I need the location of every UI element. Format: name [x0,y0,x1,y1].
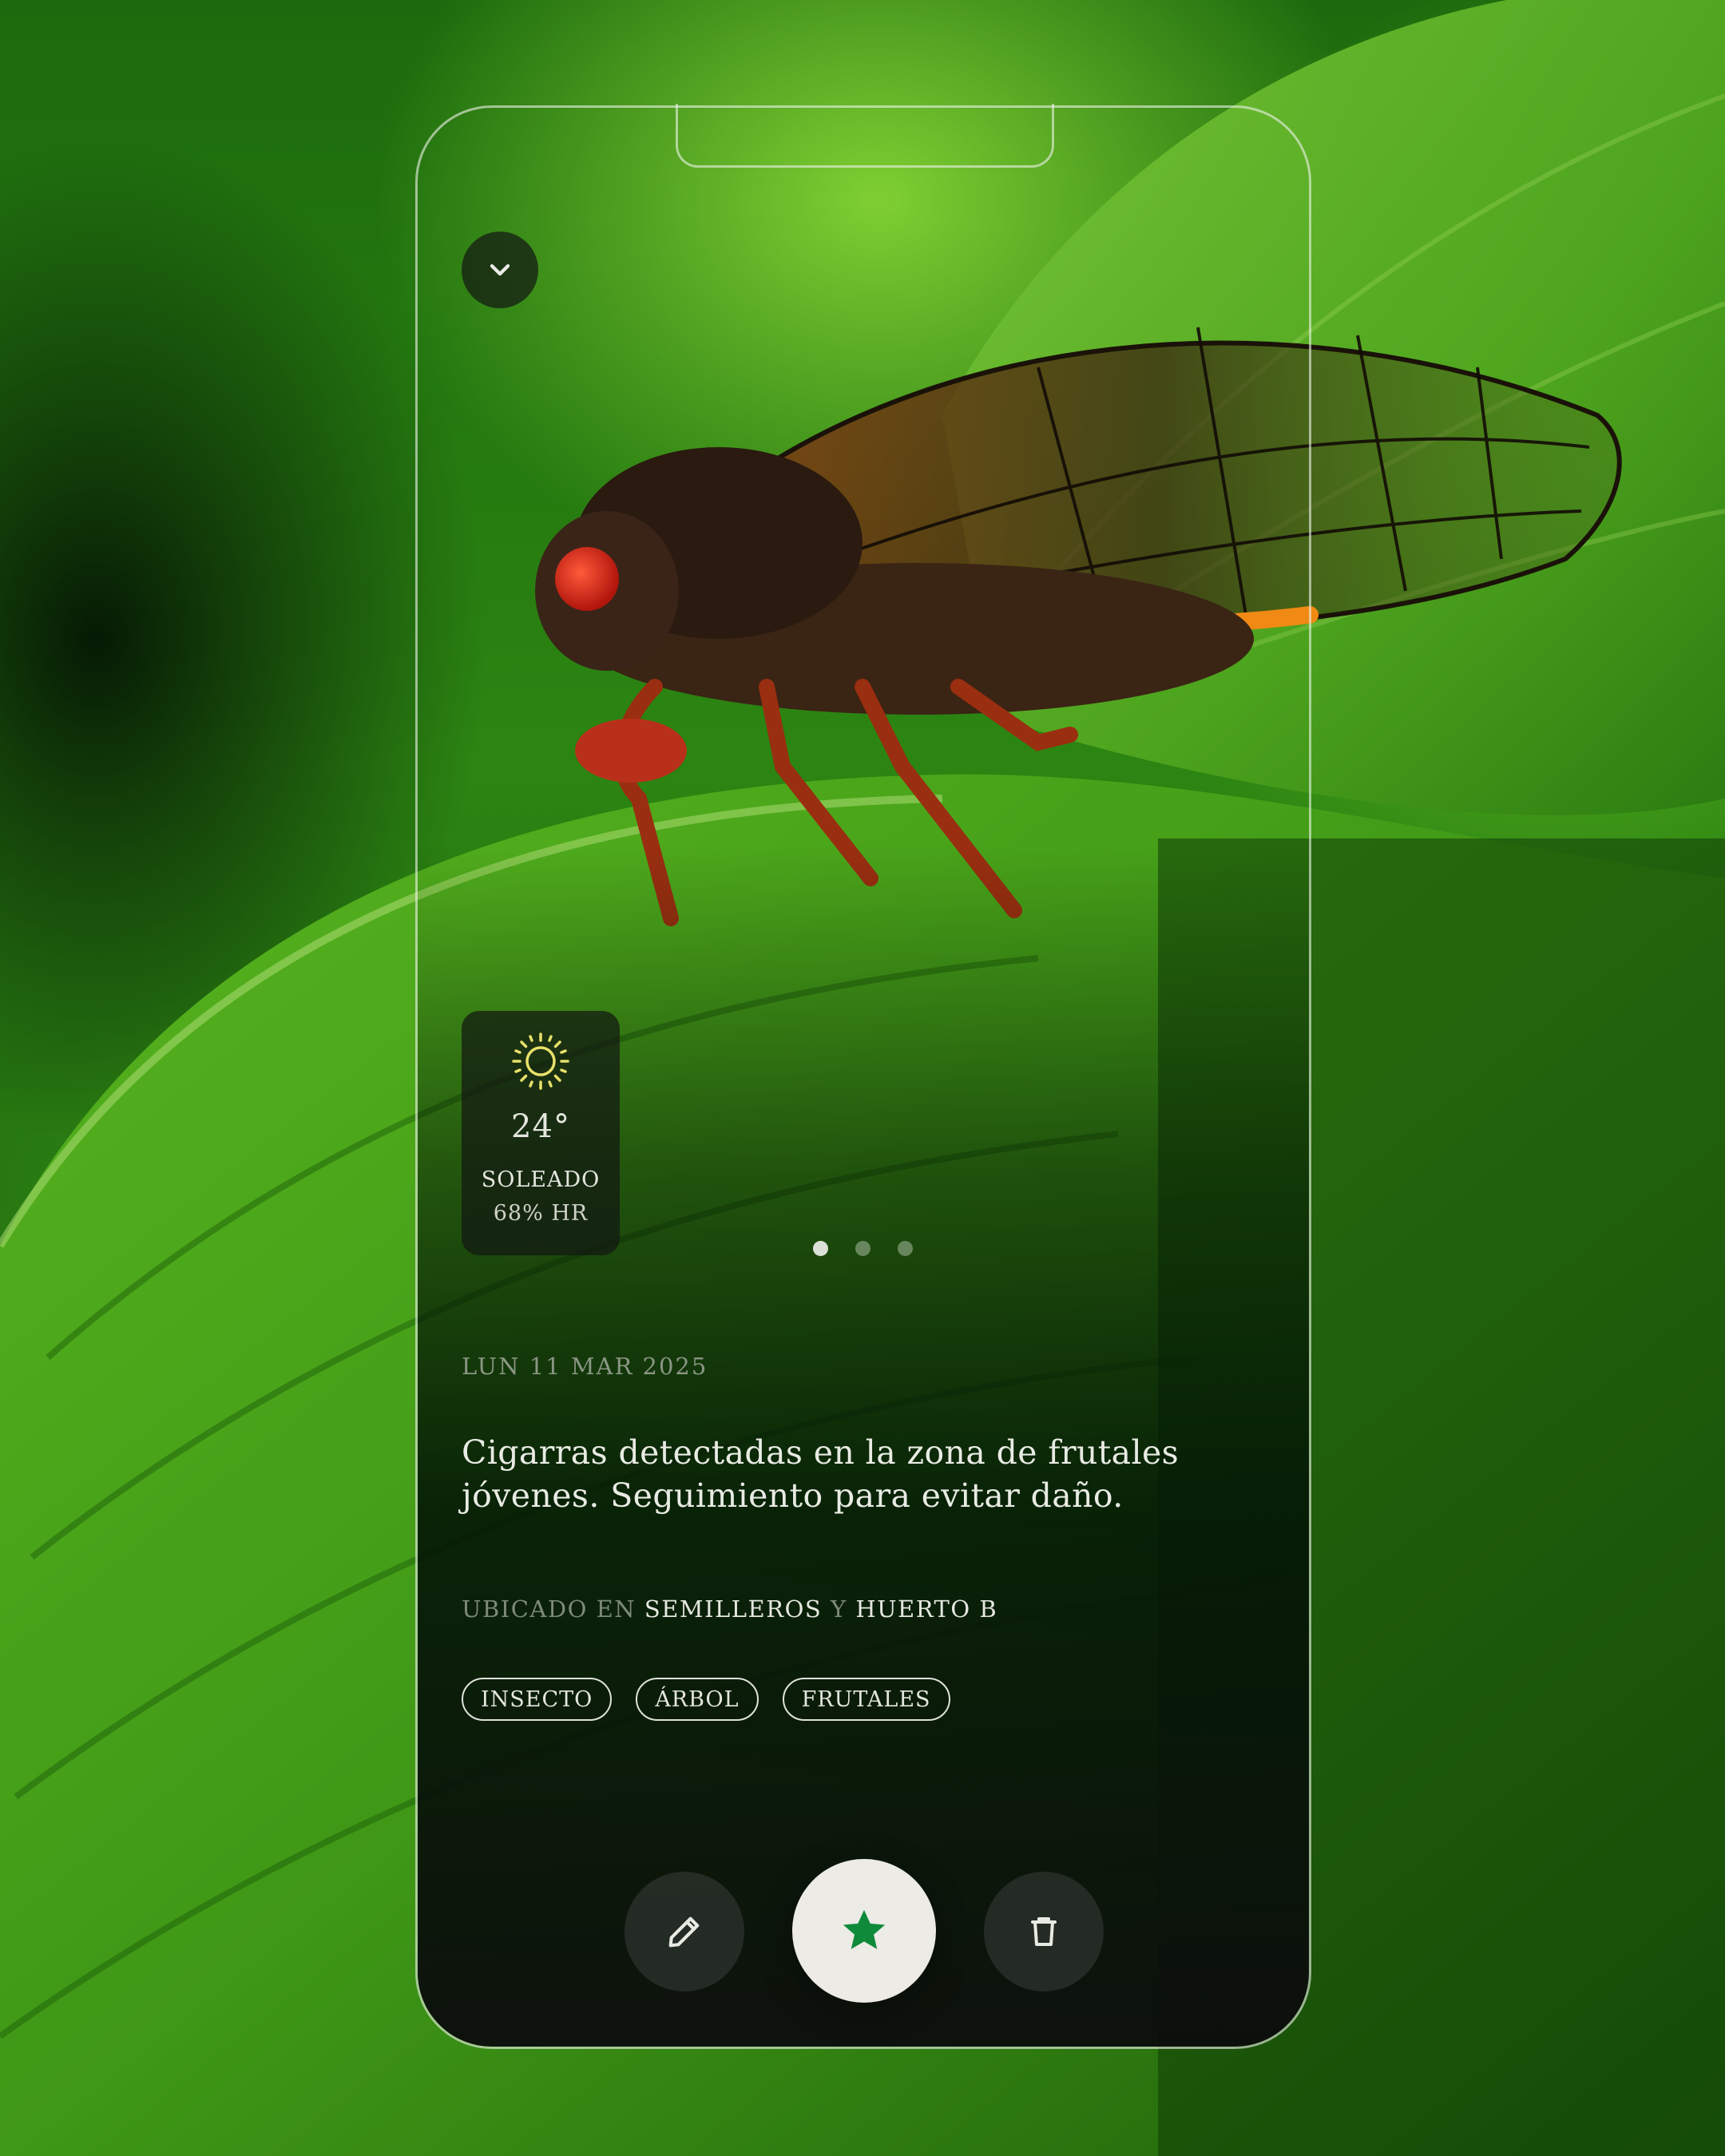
carousel-dot-2[interactable] [855,1241,870,1256]
star-icon [843,1909,886,1949]
pencil-icon [668,1916,700,1948]
edit-button[interactable] [625,1872,744,1992]
entry-location: UBICADO EN SEMILLEROS Y HUERTO B [462,1595,997,1623]
chevron-down-icon [490,264,510,276]
trash-icon [1031,1917,1057,1946]
phone-notch [676,104,1054,168]
location-joiner: Y [830,1595,847,1623]
carousel-dot-1[interactable] [813,1241,828,1256]
weather-temperature: 24° [511,1108,570,1145]
carousel-dot-3[interactable] [898,1241,913,1256]
weather-condition: SOLEADO [481,1167,601,1192]
weather-humidity: 68% HR [493,1201,589,1226]
carousel-indicator [813,1241,913,1256]
favorite-button[interactable] [792,1859,936,2003]
delete-button[interactable] [984,1872,1104,1992]
sun-icon [512,1032,569,1090]
tag-arbol[interactable]: ÁRBOL [636,1678,759,1721]
weather-widget: 24° SOLEADO 68% HR [462,1011,620,1255]
tag-list: INSECTO ÁRBOL FRUTALES [462,1678,950,1721]
entry-description: Cigarras detectadas en la zona de frutal… [462,1433,1180,1515]
location-prefix: UBICADO EN [462,1595,636,1623]
location-huerto-b[interactable]: HUERTO B [855,1595,997,1623]
tag-frutales[interactable]: FRUTALES [782,1678,950,1721]
location-semilleros[interactable]: SEMILLEROS [644,1595,822,1623]
entry-date: LUN 11 MAR 2025 [462,1353,708,1380]
collapse-button[interactable] [462,232,538,308]
tag-insecto[interactable]: INSECTO [462,1678,613,1721]
